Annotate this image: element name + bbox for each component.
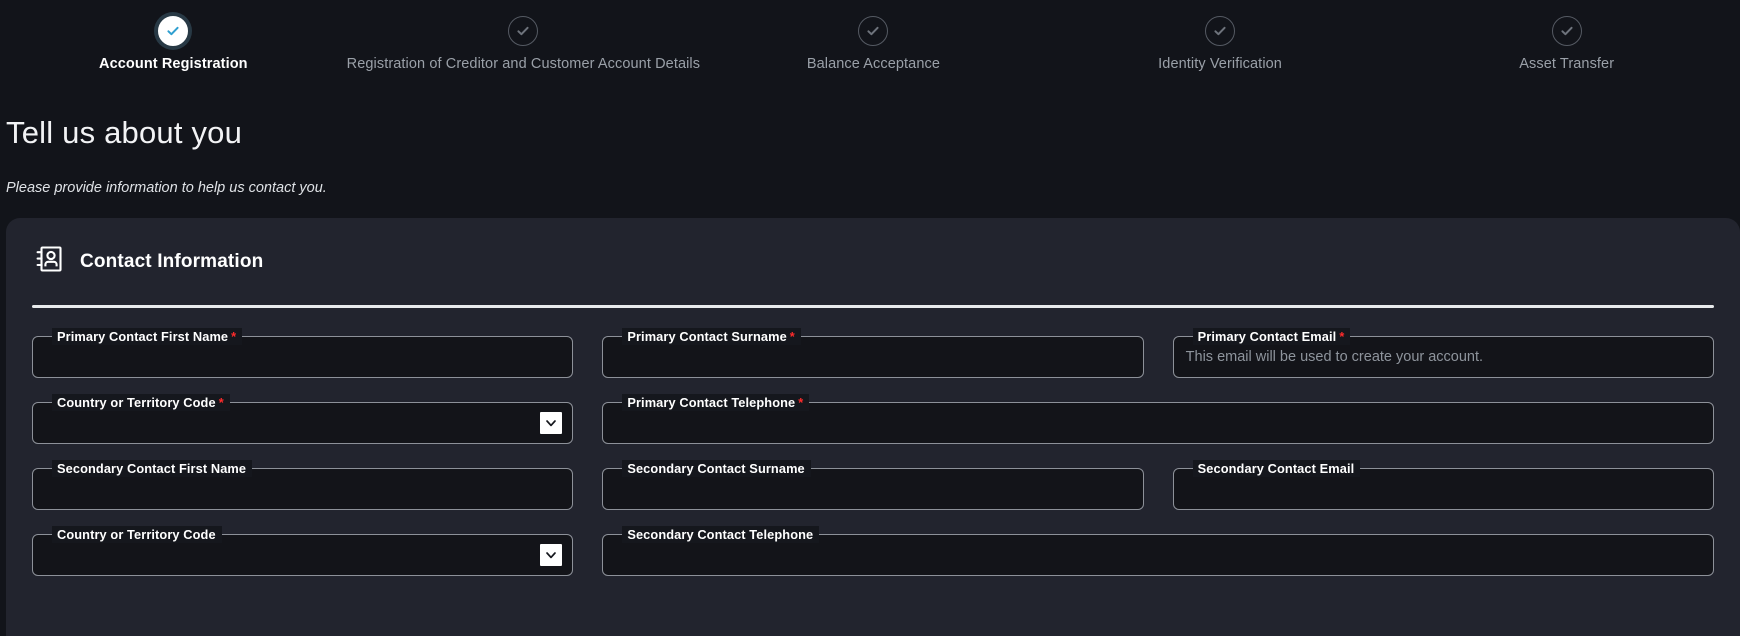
card-header: Contact Information xyxy=(30,244,1716,279)
card-title: Contact Information xyxy=(80,251,263,273)
field-label-text: Primary Contact Telephone xyxy=(627,395,795,410)
field-label: Country or Territory Code* xyxy=(52,394,230,411)
contact-form-grid: Primary Contact First Name*Primary Conta… xyxy=(30,308,1716,576)
stepper-step-label: Account Registration xyxy=(99,56,248,72)
required-asterisk: * xyxy=(790,329,795,344)
field-label: Country or Territory Code xyxy=(52,526,222,543)
field-label-text: Secondary Contact Email xyxy=(1198,461,1355,476)
stepper-step-label: Asset Transfer xyxy=(1519,56,1614,72)
check-icon xyxy=(158,16,188,46)
field-primary-contact-first-name-1: Primary Contact First Name* xyxy=(32,326,573,378)
field-label: Primary Contact First Name* xyxy=(52,328,242,345)
chevron-down-icon[interactable] xyxy=(540,544,562,566)
field-label-text: Primary Contact Email xyxy=(1198,329,1337,344)
field-primary-contact-email-3: Primary Contact Email* This email will be… xyxy=(1173,326,1714,378)
field-label: Secondary Contact Telephone xyxy=(622,526,819,543)
check-icon xyxy=(508,16,538,46)
check-icon xyxy=(1205,16,1235,46)
required-asterisk: * xyxy=(798,395,803,410)
chevron-down-icon[interactable] xyxy=(540,412,562,434)
field-placeholder: This email will be used to create your a… xyxy=(1186,349,1483,365)
field-secondary-contact-first-name-6: Secondary Contact First Name xyxy=(32,458,573,510)
stepper-step-4[interactable]: Identity Verification xyxy=(1047,16,1394,72)
field-country-or-territory-code-4: Country or Territory Code* xyxy=(32,392,573,444)
field-primary-contact-surname-2: Primary Contact Surname * xyxy=(602,326,1143,378)
page-header: Tell us about you Please provide informa… xyxy=(0,80,1740,196)
stepper-step-label: Balance Acceptance xyxy=(807,56,940,72)
field-secondary-contact-email-8: Secondary Contact Email xyxy=(1173,458,1714,510)
field-country-or-territory-code-9: Country or Territory Code xyxy=(32,524,573,576)
field-secondary-contact-surname-7: Secondary Contact Surname xyxy=(602,458,1143,510)
field-label-text: Primary Contact Surname xyxy=(627,329,786,344)
field-primary-contact-telephone-5: Primary Contact Telephone* xyxy=(602,392,1714,444)
field-label-text: Primary Contact First Name xyxy=(57,329,228,344)
field-label-text: Secondary Contact First Name xyxy=(57,461,246,476)
stepper-step-3[interactable]: Balance Acceptance xyxy=(700,16,1047,72)
contact-information-card: Contact Information Primary Contact Firs… xyxy=(6,218,1740,636)
field-label: Primary Contact Email* xyxy=(1193,328,1351,345)
field-label-text: Secondary Contact Surname xyxy=(627,461,804,476)
page-title: Tell us about you xyxy=(6,116,1740,150)
stepper-step-label: Registration of Creditor and Customer Ac… xyxy=(347,56,700,72)
field-secondary-contact-telephone-10: Secondary Contact Telephone xyxy=(602,524,1714,576)
field-label: Secondary Contact Email xyxy=(1193,460,1361,477)
field-label-text: Country or Territory Code xyxy=(57,395,216,410)
stepper-step-2[interactable]: Registration of Creditor and Customer Ac… xyxy=(347,16,700,72)
progress-stepper: Account Registration Registration of Cred… xyxy=(0,0,1740,80)
field-label: Secondary Contact Surname xyxy=(622,460,810,477)
contact-book-icon xyxy=(34,244,64,279)
field-label-text: Country or Territory Code xyxy=(57,527,216,542)
field-label: Secondary Contact First Name xyxy=(52,460,252,477)
page-subtitle: Please provide information to help us co… xyxy=(6,180,1740,196)
check-icon xyxy=(858,16,888,46)
check-icon xyxy=(1552,16,1582,46)
field-label: Primary Contact Surname * xyxy=(622,328,801,345)
required-asterisk: * xyxy=(219,395,224,410)
required-asterisk: * xyxy=(231,329,236,344)
field-label-text: Secondary Contact Telephone xyxy=(627,527,813,542)
stepper-step-label: Identity Verification xyxy=(1158,56,1282,72)
stepper-step-5[interactable]: Asset Transfer xyxy=(1393,16,1740,72)
required-asterisk: * xyxy=(1339,329,1344,344)
stepper-step-1[interactable]: Account Registration xyxy=(0,16,347,72)
field-label: Primary Contact Telephone* xyxy=(622,394,809,411)
